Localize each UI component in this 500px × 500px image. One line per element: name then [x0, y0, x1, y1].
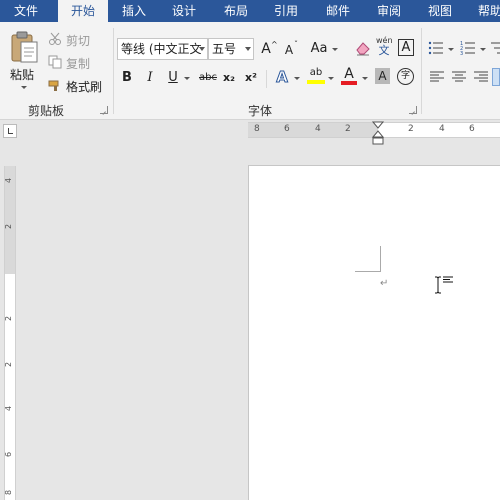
group-separator	[421, 28, 422, 114]
ruler-tick-label: 2	[4, 361, 14, 368]
ruler-tick-label: 4	[4, 177, 14, 184]
change-case-dropdown-icon[interactable]	[332, 48, 338, 51]
ribbon: 粘贴 剪切 复制 格式刷 剪贴板 等线 (中文正文 五号 A ^ A ˇ Aa …	[0, 22, 500, 120]
paragraph-mark-icon: ↵	[380, 278, 389, 289]
tab-help[interactable]: 帮助	[470, 0, 500, 22]
align-center-icon[interactable]	[452, 70, 466, 84]
font-name-combo[interactable]: 等线 (中文正文	[117, 38, 208, 60]
tab-insert[interactable]: 插入	[112, 0, 156, 22]
font-color-swatch	[341, 81, 357, 85]
format-painter-button[interactable]: 格式刷	[66, 78, 102, 95]
text-effects-button[interactable]: A	[274, 67, 290, 87]
clipboard-launcher-icon[interactable]	[100, 106, 108, 114]
copy-icon	[48, 55, 62, 69]
font-launcher-icon[interactable]	[409, 106, 417, 114]
paste-button[interactable]	[8, 30, 40, 64]
scissors-icon	[48, 32, 62, 46]
group-separator	[266, 70, 267, 88]
ruler-tick-label: 4	[4, 405, 14, 412]
clipboard-group-label: 剪贴板	[28, 104, 65, 118]
tab-references[interactable]: 引用	[264, 0, 308, 22]
ruler-tick-label: 6	[469, 124, 475, 134]
indent-marker-icon[interactable]	[372, 121, 384, 147]
font-color-dropdown-icon[interactable]	[362, 77, 368, 80]
font-color-button[interactable]: A	[340, 67, 358, 87]
ribbon-tab-bar: 文件 开始 插入 设计 布局 引用 邮件 审阅 视图 帮助	[0, 0, 500, 23]
ruler-tick-label: 2	[408, 124, 414, 134]
font-name-value: 等线 (中文正文	[121, 42, 202, 56]
align-right-icon[interactable]	[474, 70, 488, 84]
font-size-combo[interactable]: 五号	[208, 38, 254, 60]
chevron-down-icon[interactable]	[199, 47, 205, 51]
highlight-dropdown-icon[interactable]	[328, 77, 334, 80]
ruler-tick-label: 4	[439, 124, 445, 134]
tab-home[interactable]: 开始	[58, 0, 108, 23]
subscript-button[interactable]: x₂	[221, 68, 237, 88]
tab-file[interactable]: 文件	[0, 0, 52, 22]
copy-button[interactable]: 复制	[66, 55, 90, 72]
italic-button[interactable]: I	[143, 68, 157, 88]
cut-button[interactable]: 剪切	[66, 32, 90, 49]
chevron-down-icon[interactable]	[245, 47, 251, 51]
margin-corner-mark	[380, 246, 381, 271]
superscript-button[interactable]: x²	[243, 68, 259, 88]
numbering-dropdown-icon[interactable]	[480, 48, 486, 51]
tab-mailings[interactable]: 邮件	[316, 0, 360, 22]
tab-design[interactable]: 设计	[162, 0, 206, 22]
ruler-tick-label: 2	[4, 315, 14, 322]
char-shading-button[interactable]: A	[375, 68, 390, 84]
font-group-label: 字体	[248, 104, 273, 118]
font-size-value: 五号	[212, 42, 237, 56]
phonetic-char: 文	[378, 44, 390, 57]
enclose-char-button[interactable]: 字	[397, 68, 414, 85]
ruler-tick-label: 6	[284, 124, 290, 134]
ruler-tick-label: 4	[315, 124, 321, 134]
char-border-button[interactable]: A	[398, 39, 414, 56]
clipboard-icon	[11, 31, 38, 63]
underline-dropdown-icon[interactable]	[184, 77, 190, 80]
margin-corner-mark	[355, 271, 381, 272]
strikethrough-button[interactable]: abc	[197, 68, 219, 88]
highlight-color-swatch	[307, 80, 325, 84]
bullets-dropdown-icon[interactable]	[448, 48, 454, 51]
bullets-icon[interactable]	[428, 40, 444, 56]
underline-button[interactable]: U	[166, 68, 180, 88]
tab-selector-icon[interactable]	[3, 124, 17, 138]
ruler-tick-label: 2	[345, 124, 351, 134]
eraser-icon[interactable]	[355, 40, 371, 56]
ruler-tick-label: 8	[254, 124, 260, 134]
vertical-ruler[interactable]: 4 2 2 2 4 6 8	[4, 166, 16, 500]
paste-dropdown-icon[interactable]	[21, 86, 27, 89]
ruler-tick-label: 6	[4, 451, 14, 458]
paste-label[interactable]: 粘贴	[10, 66, 34, 83]
font-color-letter: A	[344, 66, 354, 82]
tab-review[interactable]: 审阅	[367, 0, 411, 22]
brush-icon	[48, 78, 62, 92]
document-page[interactable]: ↵	[248, 165, 500, 500]
highlight-button[interactable]: ab	[306, 67, 326, 87]
ruler-left-margin	[248, 123, 378, 137]
click-type-align-icon	[443, 276, 453, 283]
bold-button[interactable]: B	[119, 68, 135, 88]
group-separator	[113, 28, 114, 114]
caret-down-icon: ˇ	[294, 40, 298, 49]
tab-layout[interactable]: 布局	[214, 0, 258, 22]
justify-button[interactable]	[492, 68, 500, 86]
text-cursor-icon	[435, 276, 441, 294]
text-effects-dropdown-icon[interactable]	[294, 77, 300, 80]
multilevel-list-icon[interactable]	[490, 40, 500, 56]
horizontal-ruler[interactable]: 8 6 4 2 2 4 6	[248, 121, 500, 145]
caret-up-icon: ^	[271, 40, 278, 49]
svg-text:3: 3	[460, 51, 463, 56]
ruler-tick-label: 8	[4, 489, 14, 496]
phonetic-guide-button[interactable]: wén 文	[376, 36, 393, 58]
numbering-icon[interactable]: 123	[460, 40, 476, 57]
align-left-icon[interactable]	[430, 70, 444, 84]
change-case-button[interactable]: Aa	[310, 39, 328, 59]
ruler-tick-label: 2	[4, 223, 14, 230]
highlight-letters: ab	[309, 67, 323, 78]
tab-view[interactable]: 视图	[418, 0, 462, 22]
